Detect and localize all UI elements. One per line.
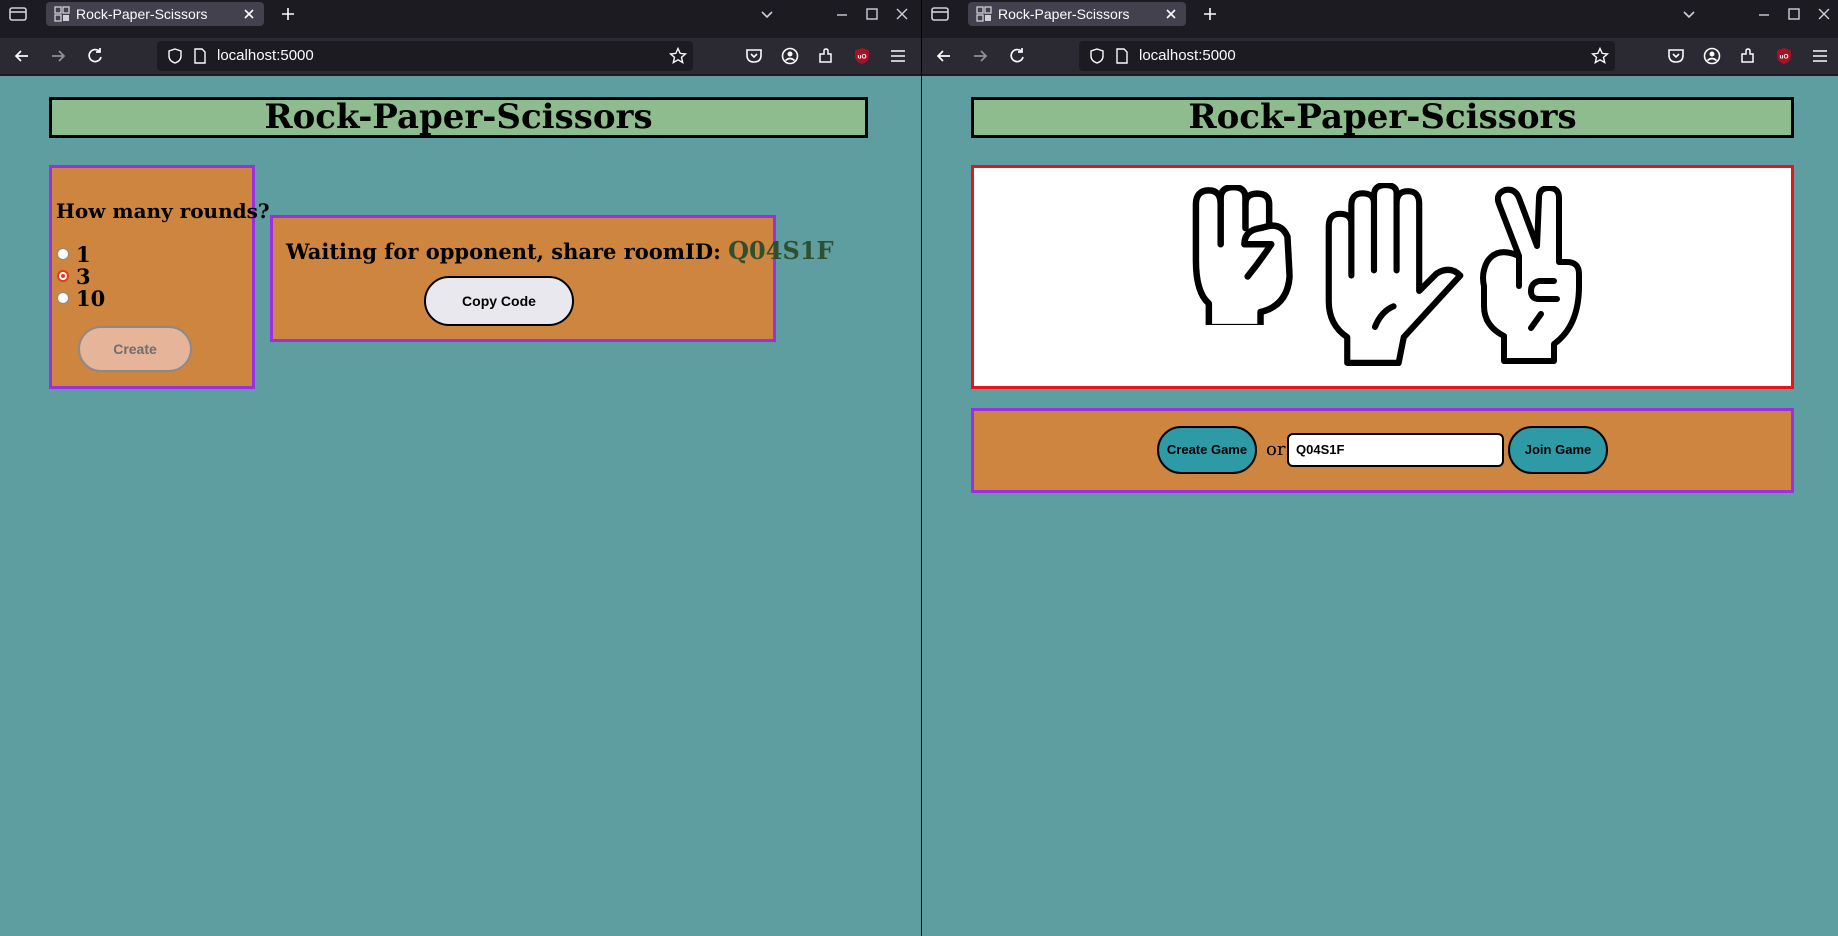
waiting-message: Waiting for opponent, share roomID: Q04S… <box>286 236 834 265</box>
maximize-icon[interactable] <box>864 6 880 22</box>
url-bar[interactable]: localhost:5000 <box>157 41 693 71</box>
page-title: Rock-Paper-Scissors <box>971 97 1794 138</box>
url-text: localhost:5000 <box>217 47 314 64</box>
favicon-icon <box>54 6 70 22</box>
forward-icon[interactable] <box>48 46 68 66</box>
rock-icon <box>1179 185 1299 325</box>
rounds-question: How many rounds? <box>56 199 270 223</box>
join-panel: Create Game or Q04S1F Join Game <box>971 408 1794 493</box>
create-button[interactable]: Create <box>78 326 192 372</box>
page-info-icon[interactable] <box>192 48 208 64</box>
back-icon[interactable] <box>12 46 32 66</box>
reload-icon[interactable] <box>85 46 105 66</box>
radio-button-checked[interactable] <box>57 270 69 282</box>
tab-title: Rock-Paper-Scissors <box>998 6 1130 22</box>
browser-window-left: Rock-Paper-Scissors localhost:5000 uO Ro… <box>0 0 921 936</box>
url-bar[interactable]: localhost:5000 <box>1079 41 1615 71</box>
room-id-input[interactable]: Q04S1F <box>1287 433 1504 467</box>
room-id: Q04S1F <box>728 236 834 265</box>
svg-text:uO: uO <box>1779 54 1788 61</box>
close-window-icon[interactable] <box>894 6 910 22</box>
or-text: or <box>1266 439 1286 460</box>
bookmark-star-icon[interactable] <box>668 46 688 65</box>
pocket-icon[interactable] <box>1666 46 1686 66</box>
reload-icon[interactable] <box>1007 46 1027 66</box>
page-content: Rock-Paper-Scissors Create Game or Q04S1… <box>922 76 1838 936</box>
paper-icon <box>1321 183 1466 368</box>
tab-rock-paper-scissors[interactable]: Rock-Paper-Scissors <box>46 2 264 26</box>
close-window-icon[interactable] <box>1816 6 1832 22</box>
tab-rock-paper-scissors[interactable]: Rock-Paper-Scissors <box>968 2 1186 26</box>
page-title: Rock-Paper-Scissors <box>49 97 868 138</box>
forward-icon[interactable] <box>970 46 990 66</box>
extensions-icon[interactable] <box>816 46 836 66</box>
tab-list-icon[interactable] <box>930 5 952 23</box>
bookmark-star-icon[interactable] <box>1590 46 1610 65</box>
pocket-icon[interactable] <box>744 46 764 66</box>
close-tab-icon[interactable] <box>242 7 256 21</box>
browser-window-right: Rock-Paper-Scissors localhost:5000 uO Ro… <box>922 0 1838 936</box>
account-icon[interactable] <box>1702 46 1722 66</box>
close-tab-icon[interactable] <box>1164 7 1178 21</box>
menu-icon[interactable] <box>888 46 908 66</box>
round-option-label: 10 <box>76 286 106 311</box>
new-tab-icon[interactable] <box>279 5 297 23</box>
favicon-icon <box>976 6 992 22</box>
hands-panel <box>971 165 1794 389</box>
url-text: localhost:5000 <box>1139 47 1236 64</box>
new-tab-icon[interactable] <box>1201 5 1219 23</box>
tab-title: Rock-Paper-Scissors <box>76 6 208 22</box>
svg-text:uO: uO <box>857 54 866 61</box>
tab-strip: Rock-Paper-Scissors <box>0 0 921 28</box>
radio-button[interactable] <box>57 292 69 304</box>
ublock-icon[interactable]: uO <box>1774 46 1794 66</box>
menu-icon[interactable] <box>1810 46 1830 66</box>
shield-icon[interactable] <box>167 48 183 64</box>
tab-list-icon[interactable] <box>8 5 30 23</box>
create-game-button[interactable]: Create Game <box>1157 426 1257 474</box>
chevron-down-icon[interactable] <box>759 6 775 22</box>
extensions-icon[interactable] <box>1738 46 1758 66</box>
nav-bar: localhost:5000 uO <box>922 38 1838 74</box>
chevron-down-icon[interactable] <box>1681 6 1697 22</box>
account-icon[interactable] <box>780 46 800 66</box>
minimize-icon[interactable] <box>834 6 850 22</box>
shield-icon[interactable] <box>1089 48 1105 64</box>
scissors-icon <box>1479 183 1599 369</box>
maximize-icon[interactable] <box>1786 6 1802 22</box>
page-info-icon[interactable] <box>1114 48 1130 64</box>
join-game-button[interactable]: Join Game <box>1508 426 1608 474</box>
ublock-icon[interactable]: uO <box>852 46 872 66</box>
copy-code-button[interactable]: Copy Code <box>424 276 574 326</box>
page-content: Rock-Paper-Scissors How many rounds? 1 3… <box>0 76 921 936</box>
nav-bar: localhost:5000 uO <box>0 38 921 74</box>
tab-strip: Rock-Paper-Scissors <box>922 0 1838 28</box>
back-icon[interactable] <box>934 46 954 66</box>
minimize-icon[interactable] <box>1756 6 1772 22</box>
waiting-panel: Waiting for opponent, share roomID: Q04S… <box>270 215 834 342</box>
waiting-text: Waiting for opponent, share roomID: <box>286 239 721 264</box>
radio-button[interactable] <box>57 248 69 260</box>
rounds-panel: How many rounds? 1 3 10 Create <box>49 165 270 389</box>
